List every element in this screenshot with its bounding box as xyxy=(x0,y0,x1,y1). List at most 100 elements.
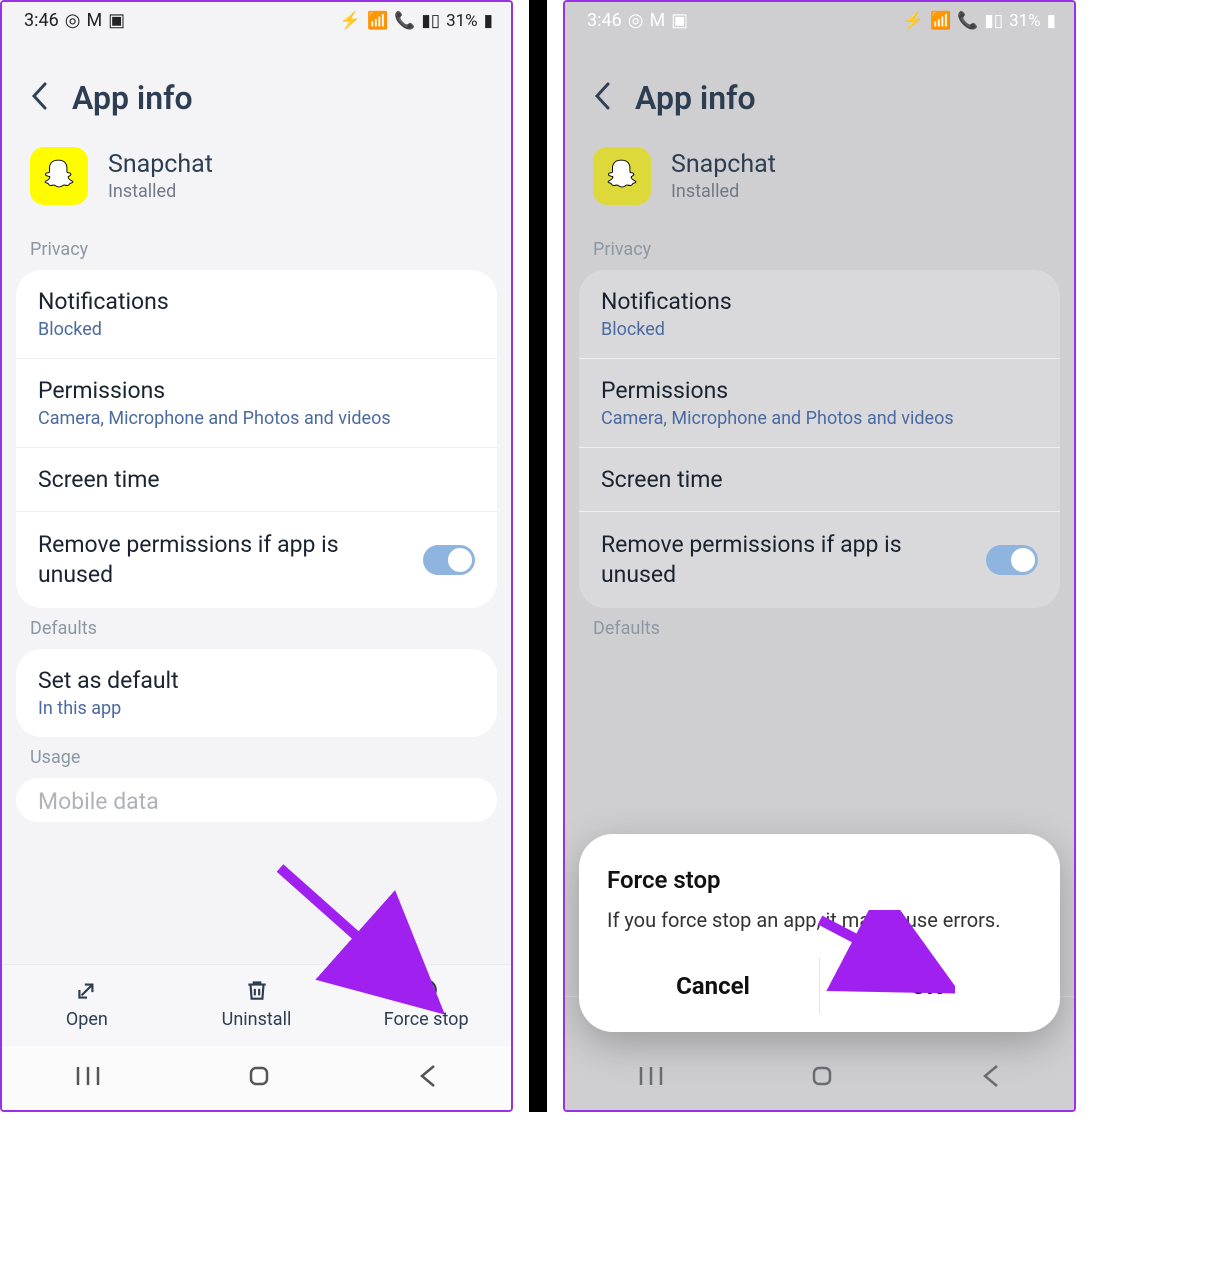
row-notifications[interactable]: Notifications Blocked xyxy=(579,270,1060,359)
app-status: Installed xyxy=(108,181,213,202)
usage-card: Mobile data xyxy=(16,778,497,822)
phone-right: 3:46 ◎ M ▣ ⚡ 📶 📞 ▮▯ 31% ▮ App info xyxy=(563,0,1076,1112)
status-bar: 3:46 ◎ M ▣ ⚡ 📶 📞 ▮▯ 31% ▮ xyxy=(565,2,1074,33)
app-status: Installed xyxy=(671,181,776,202)
open-icon xyxy=(74,977,100,1003)
uninstall-button[interactable]: Uninstall xyxy=(172,973,342,1034)
row-title: Mobile data xyxy=(38,788,475,815)
toggle-remove-permissions[interactable] xyxy=(986,545,1038,575)
battery-text: 31% xyxy=(446,11,478,31)
row-notifications[interactable]: Notifications Blocked xyxy=(16,270,497,359)
header: App info xyxy=(2,33,511,137)
app-name: Snapchat xyxy=(671,150,776,179)
row-permissions[interactable]: Permissions Camera, Microphone and Photo… xyxy=(579,359,1060,448)
force-stop-button[interactable]: Force stop xyxy=(341,973,511,1034)
row-title: Screen time xyxy=(601,466,1038,493)
android-nav-bar xyxy=(565,1046,1074,1110)
page-title: App info xyxy=(72,79,193,117)
wifi-icon: 📶 xyxy=(367,11,388,31)
defaults-card: Set as default In this app xyxy=(16,649,497,737)
android-nav-bar xyxy=(2,1046,511,1110)
gmail-icon: M xyxy=(649,10,665,31)
row-title: Remove permissions if app is unused xyxy=(601,530,941,590)
section-defaults-label: Defaults xyxy=(2,608,511,649)
page-title: App info xyxy=(635,79,756,117)
recents-button[interactable] xyxy=(75,1065,101,1091)
home-button[interactable] xyxy=(246,1063,272,1093)
battery-saver-icon: ⚡ xyxy=(340,11,361,31)
trash-icon xyxy=(244,977,270,1003)
signal-icon: ▮▯ xyxy=(984,11,1003,31)
battery-icon: ▮ xyxy=(484,11,493,31)
battery-saver-icon: ⚡ xyxy=(903,11,924,31)
back-button[interactable] xyxy=(593,82,613,114)
row-sub: Camera, Microphone and Photos and videos xyxy=(601,408,1038,429)
row-permissions[interactable]: Permissions Camera, Microphone and Photo… xyxy=(16,359,497,448)
photos-icon: ▣ xyxy=(671,10,688,31)
row-sub: Blocked xyxy=(38,319,475,340)
back-button[interactable] xyxy=(30,82,50,114)
section-privacy-label: Privacy xyxy=(565,229,1074,270)
row-title: Notifications xyxy=(38,288,475,315)
row-screen-time[interactable]: Screen time xyxy=(579,448,1060,512)
action-label: Uninstall xyxy=(222,1009,292,1030)
battery-text: 31% xyxy=(1009,11,1041,31)
row-title: Notifications xyxy=(601,288,1038,315)
instagram-icon: ◎ xyxy=(628,10,644,31)
status-time: 3:46 xyxy=(587,10,622,31)
privacy-card: Notifications Blocked Permissions Camera… xyxy=(579,270,1060,608)
action-label: Force stop xyxy=(384,1009,469,1030)
app-summary: Snapchat Installed xyxy=(565,137,1074,229)
snapchat-icon xyxy=(593,147,651,205)
ok-button[interactable]: OK xyxy=(819,958,1032,1014)
app-name: Snapchat xyxy=(108,150,213,179)
dialog-title: Force stop xyxy=(607,866,1032,894)
signal-icon: ▮▯ xyxy=(421,11,440,31)
snapchat-icon xyxy=(30,147,88,205)
nav-back-button[interactable] xyxy=(980,1063,1002,1093)
home-button[interactable] xyxy=(809,1063,835,1093)
status-time: 3:46 xyxy=(24,10,59,31)
bottom-action-bar: Open Uninstall Force stop xyxy=(2,964,511,1046)
image-divider xyxy=(529,0,547,1112)
row-remove-permissions[interactable]: Remove permissions if app is unused xyxy=(579,512,1060,608)
volte-icon: 📞 xyxy=(394,11,415,31)
row-title: Permissions xyxy=(38,377,475,404)
toggle-remove-permissions[interactable] xyxy=(423,545,475,575)
stop-icon xyxy=(413,977,439,1003)
row-sub: In this app xyxy=(38,698,475,719)
app-summary: Snapchat Installed xyxy=(2,137,511,229)
row-remove-permissions[interactable]: Remove permissions if app is unused xyxy=(16,512,497,608)
row-set-default[interactable]: Set as default In this app xyxy=(16,649,497,737)
action-label: Open xyxy=(66,1009,108,1030)
cancel-button[interactable]: Cancel xyxy=(607,958,819,1014)
screen: 3:46 ◎ M ▣ ⚡ 📶 📞 ▮▯ 31% ▮ App info xyxy=(565,2,1074,1110)
screen: 3:46 ◎ M ▣ ⚡ 📶 📞 ▮▯ 31% ▮ App info xyxy=(2,2,511,1110)
section-defaults-label: Defaults xyxy=(565,608,1074,649)
header: App info xyxy=(565,33,1074,137)
photos-icon: ▣ xyxy=(108,10,125,31)
row-sub: Blocked xyxy=(601,319,1038,340)
status-bar: 3:46 ◎ M ▣ ⚡ 📶 📞 ▮▯ 31% ▮ xyxy=(2,2,511,33)
row-title: Permissions xyxy=(601,377,1038,404)
section-privacy-label: Privacy xyxy=(2,229,511,270)
nav-back-button[interactable] xyxy=(417,1063,439,1093)
row-sub: Camera, Microphone and Photos and videos xyxy=(38,408,475,429)
row-screen-time[interactable]: Screen time xyxy=(16,448,497,512)
dialog-body: If you force stop an app, it may cause e… xyxy=(607,906,1032,934)
open-button[interactable]: Open xyxy=(2,973,172,1034)
phone-left: 3:46 ◎ M ▣ ⚡ 📶 📞 ▮▯ 31% ▮ App info xyxy=(0,0,513,1112)
recents-button[interactable] xyxy=(638,1065,664,1091)
force-stop-dialog: Force stop If you force stop an app, it … xyxy=(579,834,1060,1032)
section-usage-label: Usage xyxy=(2,737,511,778)
row-title: Remove permissions if app is unused xyxy=(38,530,378,590)
battery-icon: ▮ xyxy=(1047,11,1056,31)
instagram-icon: ◎ xyxy=(65,10,81,31)
row-title: Set as default xyxy=(38,667,475,694)
privacy-card: Notifications Blocked Permissions Camera… xyxy=(16,270,497,608)
wifi-icon: 📶 xyxy=(930,11,951,31)
volte-icon: 📞 xyxy=(957,11,978,31)
row-title: Screen time xyxy=(38,466,475,493)
gmail-icon: M xyxy=(86,10,102,31)
row-mobile-data[interactable]: Mobile data xyxy=(16,778,497,822)
